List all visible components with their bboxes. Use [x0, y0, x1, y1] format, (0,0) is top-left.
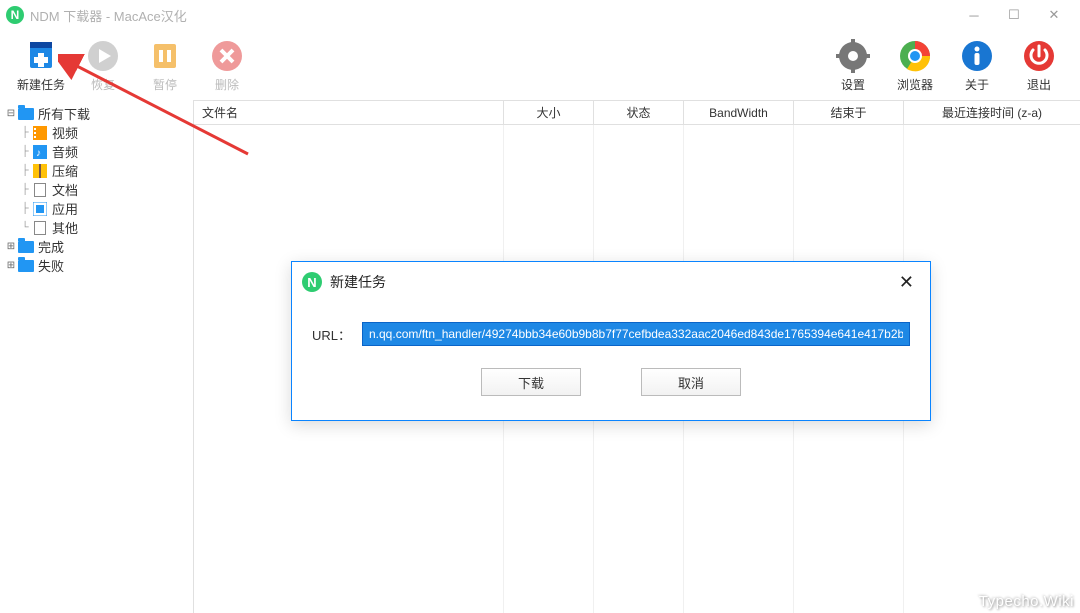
- pause-label: 暂停: [153, 76, 177, 93]
- minimize-button[interactable]: ─: [954, 1, 994, 29]
- folder-icon: [18, 258, 34, 274]
- new-task-dialog: N 新建任务 ✕ URL： 下载 取消: [291, 261, 931, 421]
- tree-item-video[interactable]: ├ 视频: [4, 123, 193, 142]
- window-title: NDM 下载器 - MacAce汉化: [30, 6, 187, 25]
- power-icon: [1021, 38, 1057, 74]
- sidebar: ⊟ 所有下载 ├ 视频 ├ ♪ 音频 ├ 压缩 ├: [0, 100, 194, 613]
- close-button[interactable]: ✕: [1034, 1, 1074, 29]
- url-input[interactable]: [362, 322, 910, 346]
- table-header: 文件名 大小 状态 BandWidth 结束于 最近连接时间 (z-a): [194, 101, 1080, 125]
- toolbar: 新建任务 恢复 暂停 删除 设置 浏览器 关于: [0, 30, 1080, 100]
- dialog-title: 新建任务: [330, 272, 386, 292]
- app-icon: N: [6, 6, 24, 24]
- other-icon: [32, 220, 48, 236]
- expand-toggle-icon[interactable]: ⊟: [4, 108, 18, 119]
- col-filename[interactable]: 文件名: [194, 101, 504, 124]
- folder-icon: [18, 239, 34, 255]
- info-icon: [959, 38, 995, 74]
- settings-button[interactable]: 设置: [822, 38, 884, 93]
- app-icon-item: [32, 201, 48, 217]
- new-task-icon: [23, 38, 59, 74]
- about-button[interactable]: 关于: [946, 38, 1008, 93]
- dialog-titlebar: N 新建任务 ✕: [292, 262, 930, 302]
- pause-icon: [147, 38, 183, 74]
- tree-item-archive[interactable]: ├ 压缩: [4, 161, 193, 180]
- url-label: URL：: [312, 325, 362, 344]
- delete-button[interactable]: 删除: [196, 38, 258, 93]
- delete-label: 删除: [215, 76, 239, 93]
- expand-toggle-icon[interactable]: ⊞: [4, 260, 18, 271]
- folder-icon: [18, 106, 34, 122]
- col-size[interactable]: 大小: [504, 101, 594, 124]
- tree-item-audio[interactable]: ├ ♪ 音频: [4, 142, 193, 161]
- new-task-label: 新建任务: [17, 76, 65, 93]
- download-button[interactable]: 下载: [481, 368, 581, 396]
- dialog-close-button[interactable]: ✕: [893, 272, 920, 293]
- chrome-icon: [897, 38, 933, 74]
- new-task-button[interactable]: 新建任务: [10, 38, 72, 93]
- maximize-button[interactable]: ☐: [994, 1, 1034, 29]
- tree-item-app[interactable]: ├ 应用: [4, 199, 193, 218]
- tree-all-downloads[interactable]: ⊟ 所有下载: [4, 104, 193, 123]
- exit-button[interactable]: 退出: [1008, 38, 1070, 93]
- gear-icon: [835, 38, 871, 74]
- exit-label: 退出: [1027, 76, 1051, 93]
- resume-button[interactable]: 恢复: [72, 38, 134, 93]
- tree-all-label: 所有下载: [38, 104, 90, 123]
- document-icon: [32, 182, 48, 198]
- tree-done[interactable]: ⊞ 完成: [4, 237, 193, 256]
- play-icon: [85, 38, 121, 74]
- resume-label: 恢复: [91, 76, 115, 93]
- col-end[interactable]: 结束于: [794, 101, 904, 124]
- archive-icon: [32, 163, 48, 179]
- dialog-app-icon: N: [302, 272, 322, 292]
- tree-failed[interactable]: ⊞ 失败: [4, 256, 193, 275]
- tree-item-document[interactable]: ├ 文档: [4, 180, 193, 199]
- watermark: Typecho.Wiki: [979, 593, 1074, 610]
- about-label: 关于: [965, 76, 989, 93]
- tree-item-other[interactable]: └ 其他: [4, 218, 193, 237]
- audio-icon: ♪: [32, 144, 48, 160]
- svg-text:♪: ♪: [36, 148, 41, 159]
- browser-label: 浏览器: [897, 76, 933, 93]
- col-lastconn[interactable]: 最近连接时间 (z-a): [904, 101, 1080, 124]
- settings-label: 设置: [841, 76, 865, 93]
- browser-button[interactable]: 浏览器: [884, 38, 946, 93]
- expand-toggle-icon[interactable]: ⊞: [4, 241, 18, 252]
- col-status[interactable]: 状态: [594, 101, 684, 124]
- pause-button[interactable]: 暂停: [134, 38, 196, 93]
- delete-icon: [209, 38, 245, 74]
- titlebar: N NDM 下载器 - MacAce汉化 ─ ☐ ✕: [0, 0, 1080, 30]
- video-icon: [32, 125, 48, 141]
- col-bandwidth[interactable]: BandWidth: [684, 101, 794, 124]
- cancel-button[interactable]: 取消: [641, 368, 741, 396]
